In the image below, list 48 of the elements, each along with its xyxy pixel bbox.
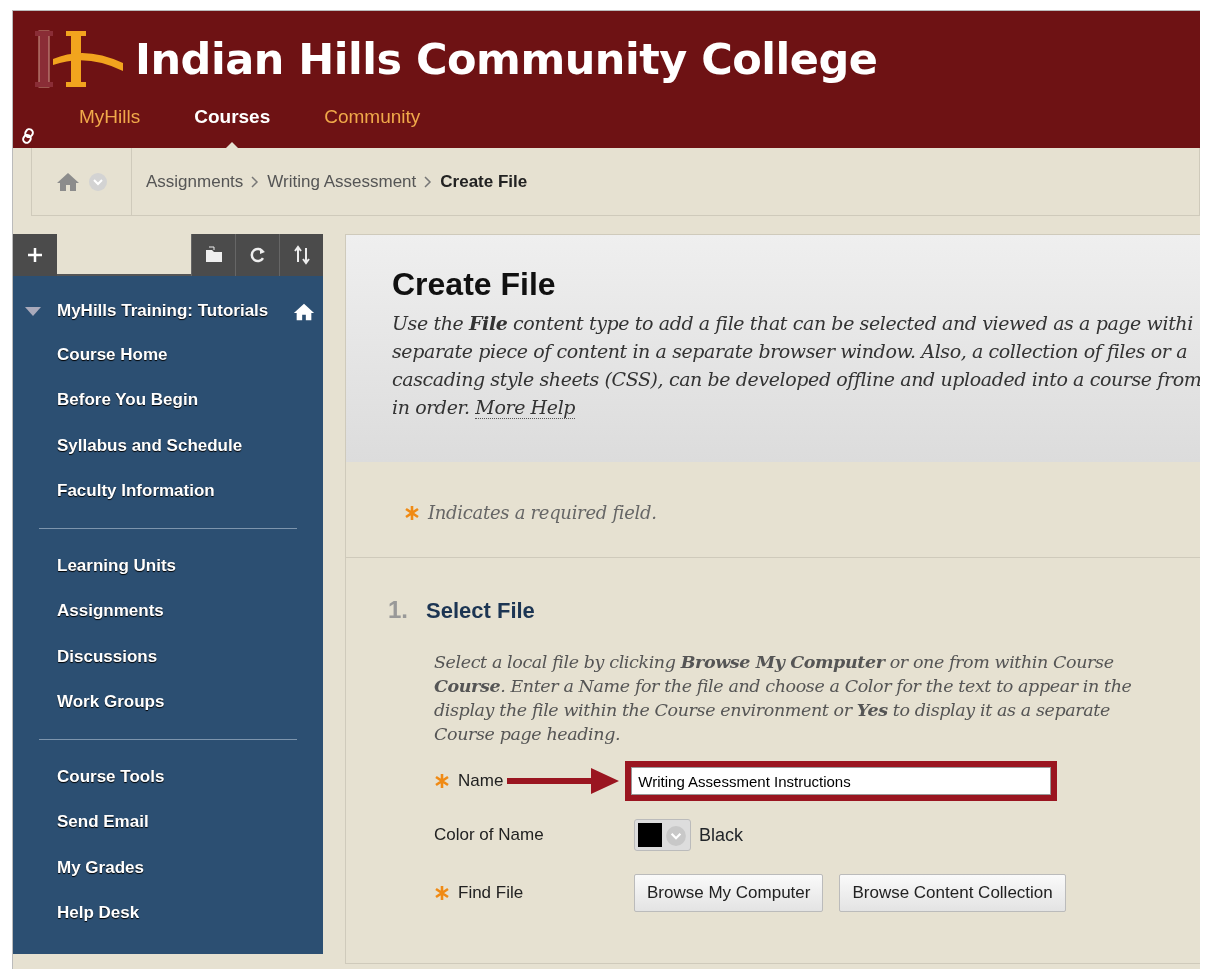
browse-button[interactable]: Browse My Computer bbox=[634, 874, 824, 912]
sidebar-item[interactable]: Send Email bbox=[13, 799, 323, 845]
field-label: Name bbox=[458, 770, 504, 793]
plus-icon bbox=[26, 246, 44, 264]
required-star-icon bbox=[404, 504, 420, 521]
color-name: Black bbox=[699, 823, 743, 847]
nav-tab[interactable]: Courses bbox=[194, 103, 271, 132]
color-picker[interactable] bbox=[634, 819, 691, 851]
page-title: Create File bbox=[392, 265, 557, 304]
dropdown-icon bbox=[665, 824, 687, 847]
sidebar-item[interactable]: Discussions bbox=[13, 633, 323, 679]
step-number: 1. bbox=[388, 595, 408, 625]
sidebar-item[interactable]: Syllabus and Schedule bbox=[13, 422, 323, 468]
nav-tab[interactable]: Community bbox=[324, 103, 421, 132]
browse-button[interactable]: Browse Content Collection bbox=[839, 874, 1066, 912]
sidebar-item[interactable]: Course Tools bbox=[13, 753, 323, 799]
breadcrumb-link[interactable]: Writing Assessment bbox=[267, 168, 417, 195]
sidebar-item[interactable]: Before You Begin bbox=[13, 377, 323, 423]
sidebar-item[interactable]: Help Desk bbox=[13, 890, 323, 936]
search-field[interactable] bbox=[57, 234, 191, 274]
sidebar-item[interactable]: Faculty Information bbox=[13, 468, 323, 514]
field-label: Find File bbox=[458, 882, 524, 905]
add-button[interactable] bbox=[13, 234, 57, 276]
course-title-link[interactable]: MyHills Training: Tutorials bbox=[41, 298, 269, 324]
sidebar-item[interactable]: Assignments bbox=[13, 588, 323, 634]
required-note: Indicates a required field. bbox=[428, 502, 657, 523]
more-help-link[interactable]: More Help bbox=[475, 396, 576, 420]
sidebar-item[interactable]: My Grades bbox=[13, 844, 323, 890]
sidebar-item[interactable]: Learning Units bbox=[13, 542, 323, 588]
input-field[interactable]: Writing Assessment Instructions bbox=[631, 767, 1052, 795]
field-label: Color of Name bbox=[434, 824, 544, 847]
chevron-icon bbox=[251, 175, 260, 188]
page-description: Use the File content type to add a file that can be selected and viewed as a page withi separate piece of content in a separate browser window. Also, a collection of files or a cascading style sheets (CSS), can be developed offline and uploaded into a course from in order. More Help bbox=[392, 311, 1200, 422]
chevron-icon bbox=[424, 175, 433, 188]
expand-icon[interactable] bbox=[25, 306, 41, 317]
step-title: Select File bbox=[426, 596, 535, 625]
nav-tab[interactable]: MyHills bbox=[79, 103, 141, 132]
home-icon[interactable] bbox=[293, 301, 315, 322]
sidebar-item[interactable]: Work Groups bbox=[13, 679, 323, 725]
site-title: Indian Hills Community College bbox=[135, 37, 878, 81]
breadcrumb-link[interactable]: Assignments bbox=[146, 168, 244, 195]
sidebar-item[interactable]: Course Home bbox=[13, 331, 323, 377]
step-instructions: Select a local file by clicking Browse My Computer or one from within Course Course. Enter a Name for the file and choose a Color for the text to appear in the display the file within the Course environment or Yes to display it as a separate Course page heading. bbox=[433, 651, 1133, 746]
folder-button[interactable] bbox=[191, 234, 235, 276]
breadcrumb-current: Create File bbox=[440, 170, 528, 193]
link-icon[interactable] bbox=[21, 127, 35, 144]
sort-button[interactable] bbox=[279, 234, 323, 276]
refresh-button[interactable] bbox=[235, 234, 279, 276]
